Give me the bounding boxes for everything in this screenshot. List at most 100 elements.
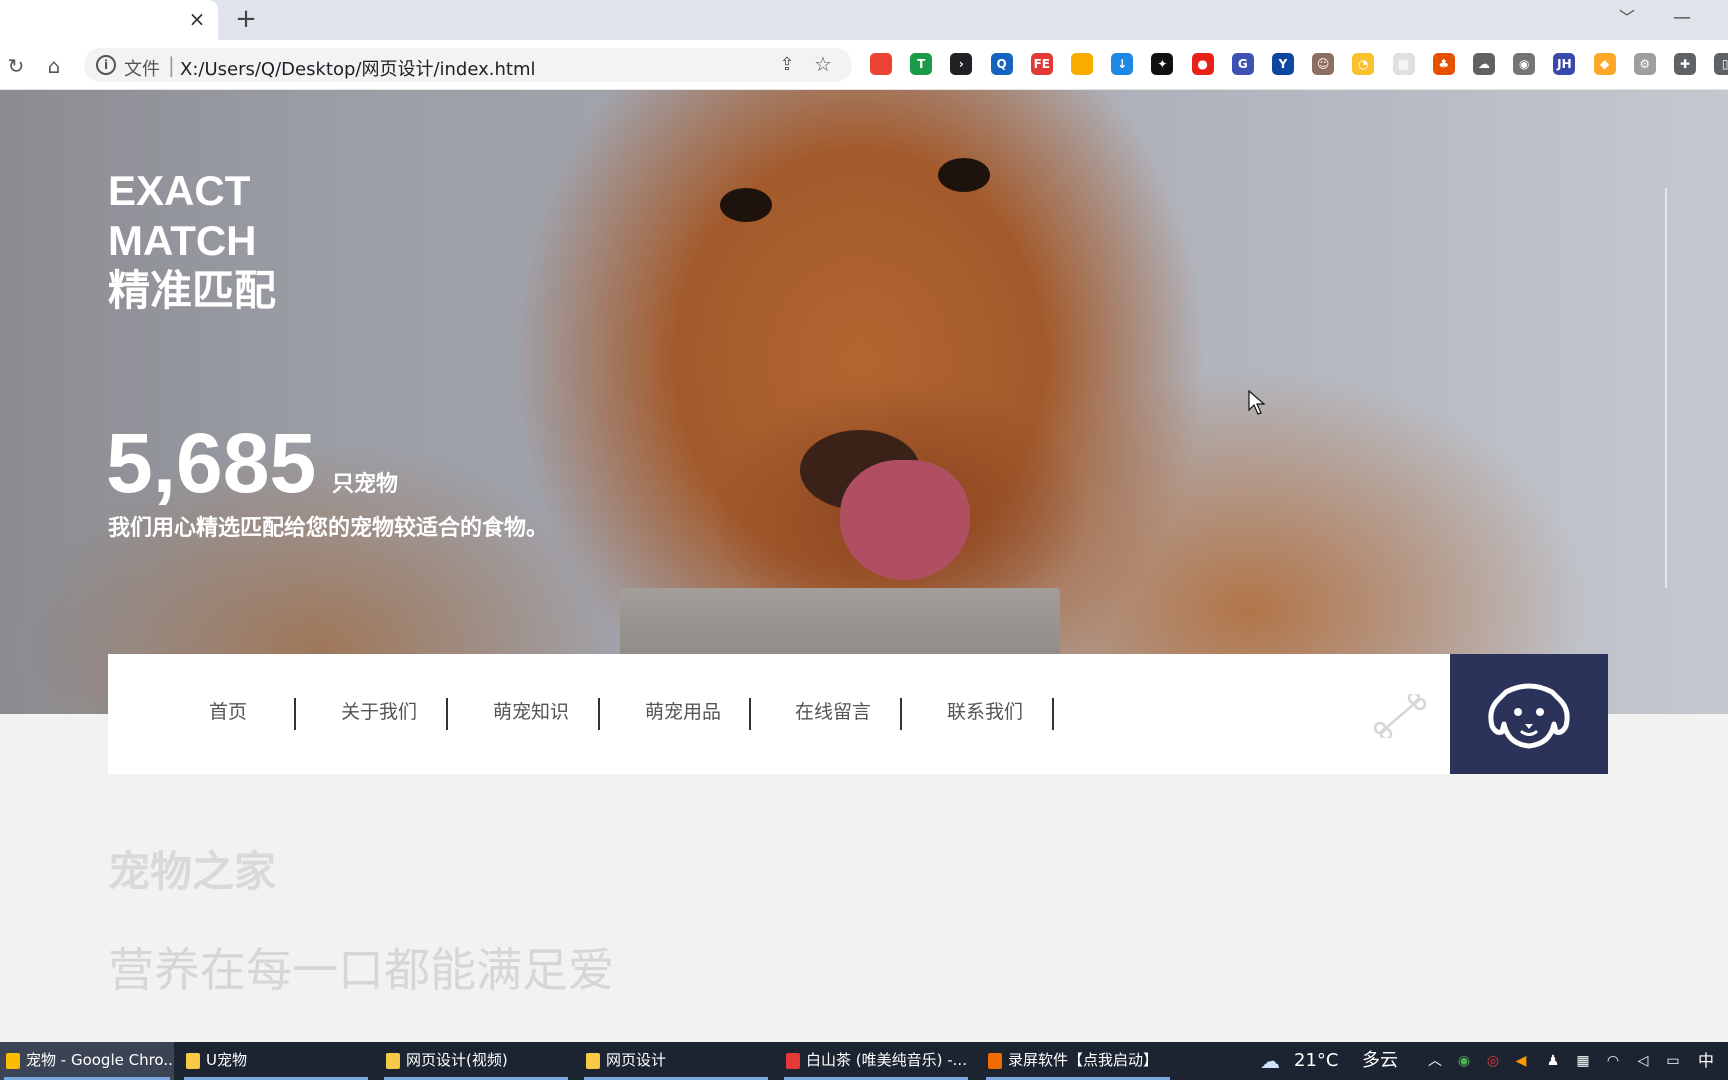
hero-title: EXACT MATCH 精准匹配 (108, 166, 276, 316)
taskbar-item[interactable]: 网页设计(视频) (380, 1042, 572, 1080)
qq-icon[interactable]: ♟ (1544, 1052, 1562, 1070)
cloud-ext-icon[interactable]: ☁ (1473, 53, 1495, 75)
search-ext-icon[interactable]: Q (990, 53, 1013, 75)
puzzle-ext-icon[interactable]: ✚ (1674, 53, 1696, 75)
taskbar-item-label: 白山茶 (唯美纯音乐) -... (806, 1051, 967, 1069)
address-bar[interactable]: i 文件 | X:/Users/Q/Desktop/网页设计/index.htm… (84, 48, 852, 82)
camera-ext-icon[interactable]: ◉ (1513, 53, 1536, 75)
record-icon[interactable]: ◎ (1484, 1052, 1502, 1070)
nav-divider (900, 698, 902, 730)
site-logo[interactable] (1450, 654, 1608, 774)
fe-ext-icon[interactable]: FE (1030, 53, 1053, 75)
taskbar-item-label: 录屏软件【点我启动】 (1008, 1051, 1159, 1069)
hero-slogan: 我们用心精选匹配给您的宠物较适合的食物。 (108, 516, 549, 541)
address-url[interactable]: X:/Users/Q/Desktop/网页设计/index.html (180, 55, 536, 81)
nav-divider (294, 698, 296, 730)
chrome-ext-icon[interactable] (870, 53, 892, 75)
bookmark-star-icon[interactable]: ☆ (812, 53, 834, 75)
taskbar-app-icon (6, 1052, 20, 1069)
window-minimize-button[interactable]: — (1670, 6, 1694, 30)
red-ext-icon[interactable]: ● (1191, 53, 1214, 75)
shield-ext-icon[interactable]: T (910, 53, 933, 75)
nav-home[interactable]: 首页 (170, 696, 286, 728)
taskbar-item-label: U宠物 (206, 1051, 247, 1069)
battery-icon[interactable]: ▭ (1664, 1052, 1682, 1070)
weather-temp[interactable]: 21°C (1294, 1042, 1338, 1080)
dark-ext-icon[interactable]: › (950, 53, 973, 75)
taskbar-item[interactable]: U宠物 (180, 1042, 372, 1080)
taskbar-item[interactable]: 网页设计 (580, 1042, 772, 1080)
nav-online-message[interactable]: 在线留言 (766, 696, 900, 728)
tree-ext-icon[interactable]: ♣ (1432, 53, 1455, 75)
sidepanel-ext-icon[interactable]: ▯ (1714, 53, 1728, 75)
nav-divider (1052, 698, 1054, 730)
orange-ext-icon[interactable]: ◆ (1593, 53, 1616, 75)
hero-banner: EXACT MATCH 精准匹配 5,685 只宠物 我们用心精选匹配给您的宠物… (0, 90, 1728, 714)
tray-expand-icon[interactable]: ︿ (1426, 1052, 1444, 1070)
main-nav: 首页 关于我们 萌宠知识 萌宠用品 在线留言 联系我们 (108, 654, 1450, 774)
taskbar-item[interactable]: 白山茶 (唯美纯音乐) -... (780, 1042, 972, 1080)
taskbar-item[interactable]: 录屏软件【点我启动】 (982, 1042, 1174, 1080)
taskbar-item[interactable]: 宠物 - Google Chro... (0, 1042, 174, 1080)
dog-face-logo-icon (1488, 683, 1570, 749)
address-scheme-label: 文件 (124, 59, 160, 80)
volume-icon[interactable]: ◁ (1634, 1052, 1652, 1070)
yellow-ext-icon[interactable]: ◔ (1352, 53, 1375, 75)
taskbar-app-icon (586, 1052, 600, 1069)
flag-icon[interactable]: ◀ (1512, 1052, 1530, 1070)
grid-ext-icon[interactable]: ▦ (1392, 53, 1415, 75)
jh-ext-icon[interactable]: JH (1553, 53, 1576, 75)
nav-divider (446, 698, 448, 730)
active-tab[interactable]: × (0, 0, 218, 40)
pet-count: 5,685 (106, 416, 317, 510)
home-icon[interactable]: ⌂ (40, 52, 68, 80)
hero-title-line2: MATCH (108, 217, 257, 264)
openai-ext-icon[interactable]: ✦ (1151, 53, 1174, 75)
tray-app-icon[interactable]: ▦ (1574, 1052, 1592, 1070)
taskbar-item-label: 宠物 - Google Chro... (26, 1051, 174, 1069)
section-title: 宠物之家 (108, 847, 277, 896)
hero-title-line1: EXACT (108, 167, 251, 214)
wechat-icon[interactable]: ◉ (1455, 1052, 1473, 1070)
nav-divider (598, 698, 600, 730)
new-tab-button[interactable]: + (234, 6, 258, 32)
tab-strip: × + ﹀ — (0, 0, 1728, 40)
wifi-icon[interactable]: ◠ (1604, 1052, 1622, 1070)
tab-search-chevron-icon[interactable]: ﹀ (1616, 6, 1638, 30)
download-ext-icon[interactable]: ↓ (1111, 53, 1134, 75)
bone-icon (1373, 694, 1427, 738)
chrome2-ext-icon[interactable] (1071, 53, 1093, 75)
pet-count-unit: 只宠物 (332, 472, 399, 497)
taskbar-app-icon (786, 1052, 800, 1069)
nav-pet-knowledge[interactable]: 萌宠知识 (464, 696, 598, 728)
taskbar-app-icon (186, 1052, 200, 1069)
taskbar-item-label: 网页设计(视频) (406, 1051, 508, 1069)
nav-about[interactable]: 关于我们 (312, 696, 446, 728)
face-ext-icon[interactable]: ☺ (1312, 53, 1335, 75)
close-tab-icon[interactable]: × (186, 8, 208, 30)
nav-contact[interactable]: 联系我们 (918, 696, 1052, 728)
mouse-cursor-icon (1248, 390, 1266, 415)
y-ext-icon[interactable]: Y (1272, 53, 1294, 75)
browser-toolbar: ↻ ⌂ i 文件 | X:/Users/Q/Desktop/网页设计/index… (0, 40, 1728, 90)
reload-icon[interactable]: ↻ (2, 52, 30, 80)
hero-scroll-indicator[interactable] (1665, 188, 1667, 588)
g-ext-icon[interactable]: G (1231, 53, 1254, 75)
gear-ext-icon[interactable]: ⚙ (1633, 53, 1656, 75)
weather-cloud-icon[interactable]: ☁ (1254, 1051, 1286, 1071)
windows-taskbar: 宠物 - Google Chro... U宠物 网页设计(视频) 网页设计 白山茶 (唯… (0, 1042, 1728, 1080)
dog-tongue (840, 460, 970, 580)
address-separator: | (168, 53, 175, 77)
section-subtitle: 营养在每一口都能满足爱 (108, 943, 614, 997)
taskbar-item-label: 网页设计 (606, 1051, 667, 1069)
hero-title-line3: 精准匹配 (108, 267, 277, 314)
weather-text[interactable]: 多云 (1362, 1042, 1398, 1080)
nav-pet-supplies[interactable]: 萌宠用品 (616, 696, 750, 728)
dog-eye-left (720, 188, 772, 222)
site-info-icon[interactable]: i (96, 55, 116, 75)
taskbar-app-icon (988, 1052, 1002, 1069)
nav-divider (749, 698, 751, 730)
share-icon[interactable]: ⇪ (776, 54, 798, 76)
taskbar-app-icon (386, 1052, 400, 1069)
ime-indicator[interactable]: 中 (1698, 1042, 1714, 1080)
